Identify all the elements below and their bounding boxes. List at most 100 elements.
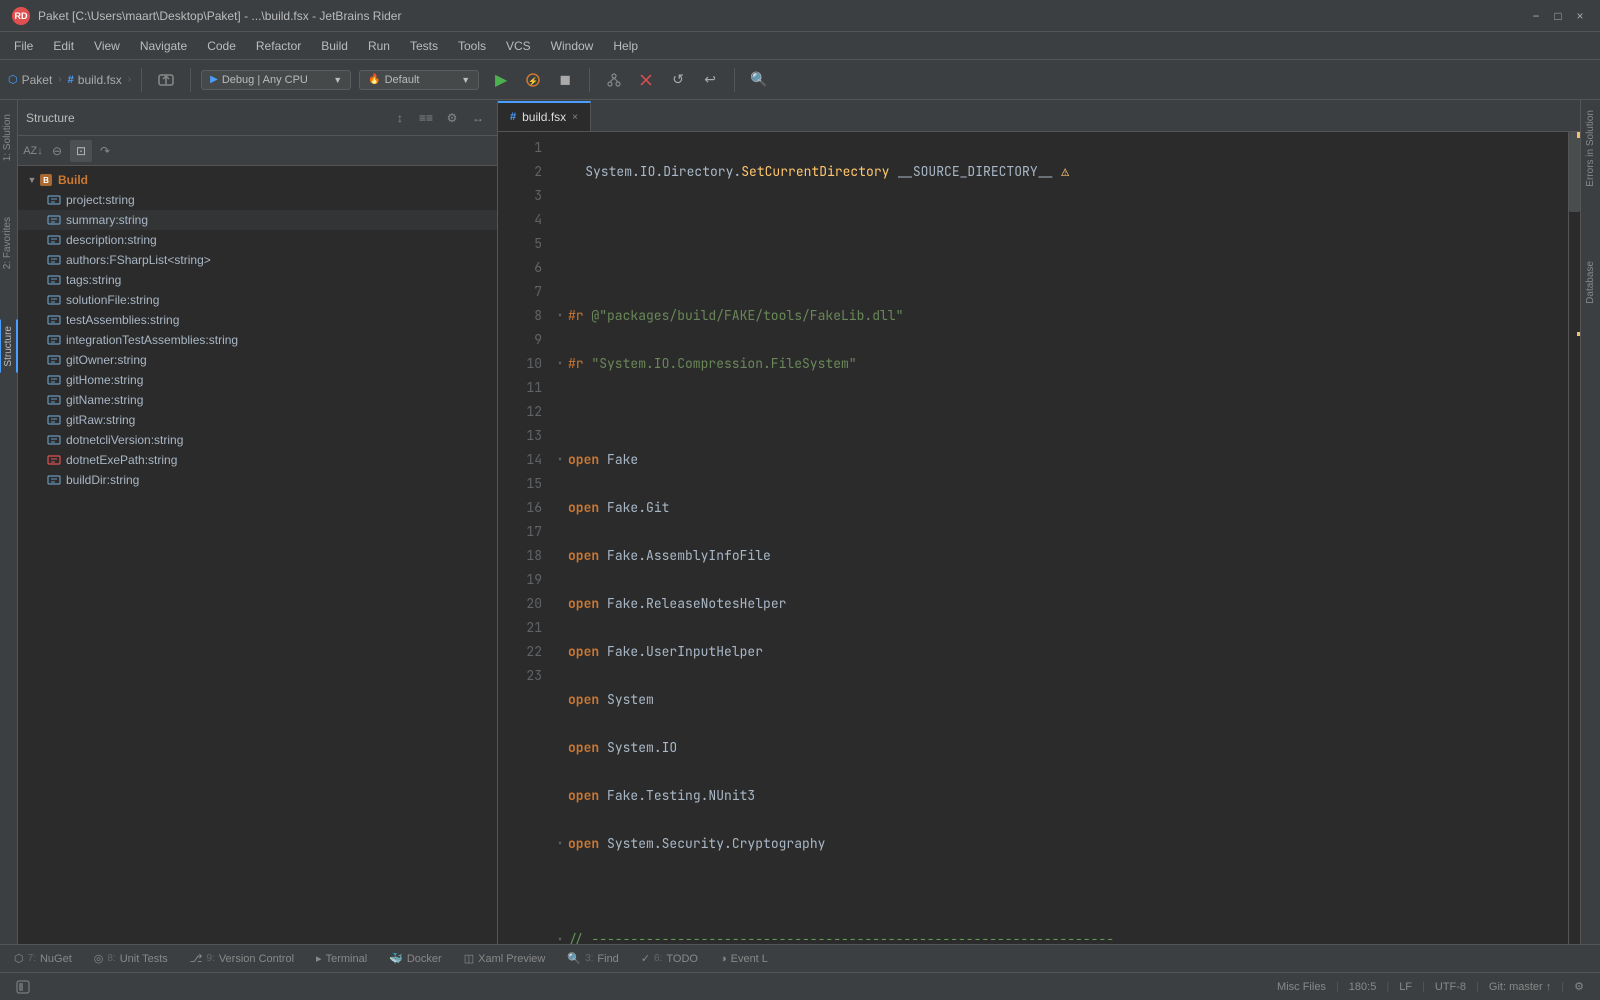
line-num-9: 9 <box>502 328 542 352</box>
code-line-2 <box>554 208 1560 232</box>
tree-item-githome[interactable]: gitHome:string <box>18 370 497 390</box>
version-control-tab[interactable]: ⎇ 9: Version Control <box>180 946 304 972</box>
nuget-tab[interactable]: ⬡ 7: NuGet <box>4 946 82 972</box>
no-fold-10: ▾ <box>554 592 566 616</box>
close-button[interactable]: × <box>1572 8 1588 24</box>
status-encoding[interactable]: UTF-8 <box>1427 973 1474 1000</box>
tree-item-inttest[interactable]: integrationTestAssemblies:string <box>18 330 497 350</box>
status-sep5: | <box>1561 981 1564 993</box>
fold-17[interactable]: ▾ <box>554 928 566 944</box>
tree-item-gitowner[interactable]: gitOwner:string <box>18 350 497 370</box>
tabs-bar: # build.fsx × <box>498 100 1580 132</box>
menu-refactor[interactable]: Refactor <box>246 35 311 57</box>
fold-15[interactable]: ▾ <box>554 832 566 856</box>
menu-view[interactable]: View <box>84 35 130 57</box>
structure-content: ▼ B Build <box>18 166 497 944</box>
structure-tab[interactable]: Structure <box>0 320 18 373</box>
menu-window[interactable]: Window <box>541 35 604 57</box>
tree-item-builddir[interactable]: buildDir:string <box>18 470 497 490</box>
fold-7[interactable]: ▾ <box>554 448 566 472</box>
fold-5[interactable]: ▾ <box>554 352 566 376</box>
settings-button[interactable]: ⚙ <box>441 107 463 129</box>
menu-tools[interactable]: Tools <box>448 35 496 57</box>
stop-button[interactable]: ◼ <box>551 66 579 94</box>
autoscroll-button[interactable]: ↷ <box>94 140 116 162</box>
menu-navigate[interactable]: Navigate <box>130 35 197 57</box>
run-profile-dropdown[interactable]: 🔥 Default ▼ <box>359 70 479 90</box>
left-side-tabs: 1: Solution 2: Favorites Structure <box>0 100 18 944</box>
status-line-ending[interactable]: LF <box>1391 973 1420 1000</box>
docker-tab[interactable]: 🐳 Docker <box>379 946 452 972</box>
minimap-thumb[interactable] <box>1569 132 1580 212</box>
solution-tab[interactable]: 1: Solution <box>0 108 17 167</box>
search-button[interactable]: 🔍 <box>745 66 773 94</box>
menu-code[interactable]: Code <box>197 35 246 57</box>
line-num-14: 14 <box>502 448 542 472</box>
tree-item-gitraw[interactable]: gitRaw:string <box>18 410 497 430</box>
status-settings[interactable]: ⚙ <box>1566 973 1592 1000</box>
structure-toolbar: AZ↓ ⊖ ⊡ ↷ <box>18 136 497 166</box>
change-marker <box>1577 332 1580 336</box>
menu-vcs[interactable]: VCS <box>496 35 541 57</box>
tree-item-dotnetexe[interactable]: dotnetExePath:string <box>18 450 497 470</box>
errors-tab[interactable]: Errors in Solution <box>1583 104 1598 193</box>
tree-item-project[interactable]: project:string <box>18 190 497 210</box>
todo-tab[interactable]: ✓ 6: TODO <box>631 946 708 972</box>
breadcrumb-root[interactable]: ⬡ Paket <box>8 73 52 87</box>
group-button[interactable]: ≡≡ <box>415 107 437 129</box>
undo-button[interactable]: ↩ <box>696 66 724 94</box>
fold-4[interactable]: ▾ <box>554 304 566 328</box>
code-editor[interactable]: System.IO.Directory.SetCurrentDirectory … <box>546 132 1568 944</box>
status-position[interactable]: 180:5 <box>1341 973 1385 1000</box>
run-button[interactable]: ▶ <box>487 66 515 94</box>
expand-button[interactable]: ↔ <box>467 107 489 129</box>
xaml-tab[interactable]: ◫ Xaml Preview <box>454 946 556 972</box>
minimize-button[interactable]: − <box>1528 8 1544 24</box>
status-sep2: | <box>1386 981 1389 993</box>
vcs-button2[interactable] <box>632 66 660 94</box>
tree-item-summary[interactable]: summary:string <box>18 210 497 230</box>
tab-close-button[interactable]: × <box>572 112 578 123</box>
unit-tests-tab[interactable]: ◎ 8: Unit Tests <box>84 946 178 972</box>
sort-alpha-button[interactable]: AZ↓ <box>22 140 44 162</box>
favorites-tab[interactable]: 2: Favorites <box>0 211 17 275</box>
tree-item-gitname[interactable]: gitName:string <box>18 390 497 410</box>
scroll-from-source-button[interactable]: ⊡ <box>70 140 92 162</box>
tree-item-authors[interactable]: authors:FSharpList<string> <box>18 250 497 270</box>
menu-build[interactable]: Build <box>311 35 358 57</box>
find-tab[interactable]: 🔍 3: Find <box>557 946 628 972</box>
deploy-button[interactable] <box>152 66 180 94</box>
menu-tests[interactable]: Tests <box>400 35 448 57</box>
menu-file[interactable]: File <box>4 35 43 57</box>
refresh-button[interactable]: ↺ <box>664 66 692 94</box>
collapse-icon[interactable]: ▼ <box>26 174 38 186</box>
tree-item-description[interactable]: description:string <box>18 230 497 250</box>
menu-bar: File Edit View Navigate Code Refactor Bu… <box>0 32 1600 60</box>
database-tab[interactable]: Database <box>1583 255 1598 310</box>
vcs-button1[interactable] <box>600 66 628 94</box>
line-num-5: 5 <box>502 232 542 256</box>
run-with-coverage-button[interactable]: ⚡ <box>519 66 547 94</box>
status-icon-item[interactable] <box>8 973 38 1000</box>
run-config-dropdown[interactable]: ▶ Debug | Any CPU ▼ <box>201 70 351 90</box>
sort-button[interactable]: ↕ <box>389 107 411 129</box>
tab-buildfsx[interactable]: # build.fsx × <box>498 101 591 131</box>
tree-item-solutionfile[interactable]: solutionFile:string <box>18 290 497 310</box>
tree-item-tags[interactable]: tags:string <box>18 270 497 290</box>
event-log-tab[interactable]: ◑ Event L <box>710 946 778 972</box>
code-line-17: ▾// ------------------------------------… <box>554 928 1560 944</box>
code-line-9: ▾open Fake.AssemblyInfoFile <box>554 544 1560 568</box>
tree-item-dotnetver[interactable]: dotnetcliVersion:string <box>18 430 497 450</box>
menu-edit[interactable]: Edit <box>43 35 84 57</box>
status-git[interactable]: Git: master ↑ <box>1481 973 1559 1000</box>
collapse-all-button[interactable]: ⊖ <box>46 140 68 162</box>
terminal-tab[interactable]: ▸ Terminal <box>306 946 377 972</box>
line-num-10: 10 <box>502 352 542 376</box>
status-misc-files[interactable]: Misc Files <box>1269 973 1334 1000</box>
menu-help[interactable]: Help <box>603 35 648 57</box>
maximize-button[interactable]: □ <box>1550 8 1566 24</box>
menu-run[interactable]: Run <box>358 35 400 57</box>
tree-root[interactable]: ▼ B Build <box>18 170 497 190</box>
tree-item-testasm[interactable]: testAssemblies:string <box>18 310 497 330</box>
breadcrumb-file[interactable]: # build.fsx <box>68 73 122 87</box>
